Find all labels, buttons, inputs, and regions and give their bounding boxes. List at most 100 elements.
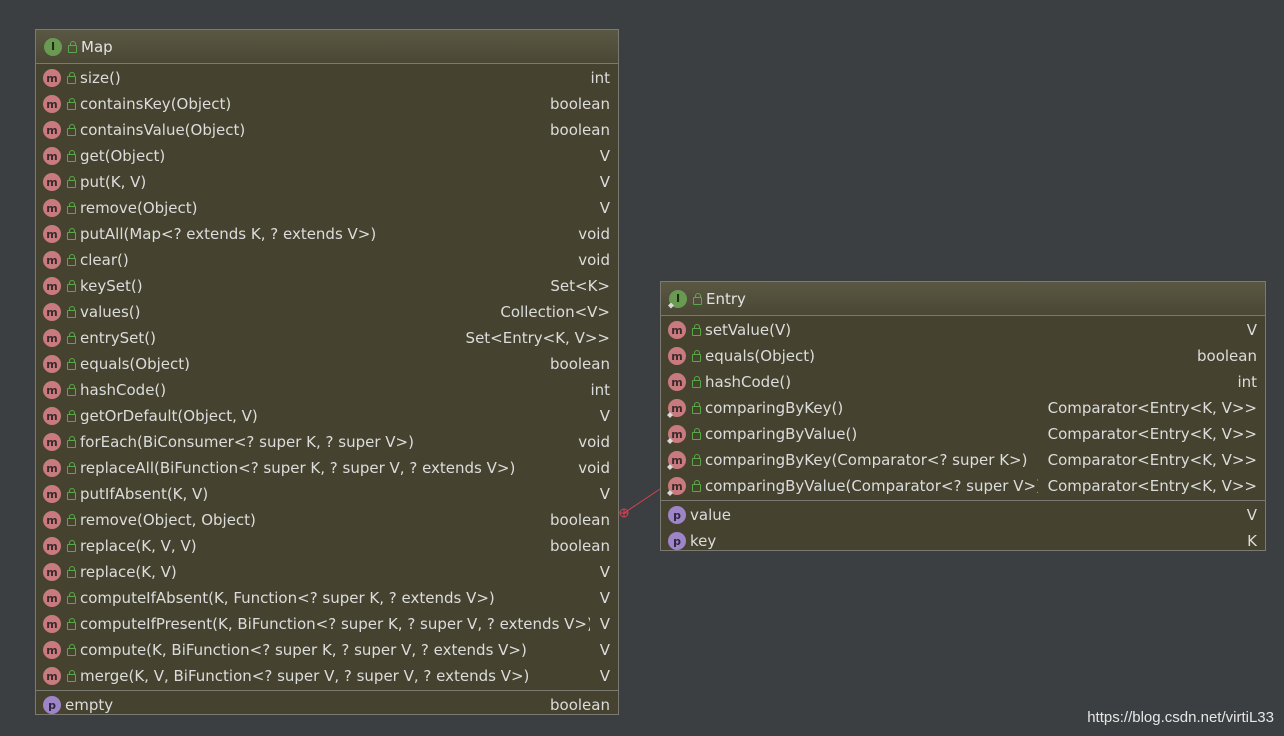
method-icon: m	[43, 407, 61, 425]
public-lock-icon	[67, 540, 76, 552]
method-name: hashCode()	[80, 381, 167, 399]
method-row[interactable]: m compute(K, BiFunction<? super K, ? supe…	[36, 637, 618, 663]
method-return-type: Comparator<Entry<K, V>>	[1047, 477, 1257, 495]
method-row[interactable]: m put(K, V) V	[36, 169, 618, 195]
method-icon: m	[43, 303, 61, 321]
property-row[interactable]: p value V	[661, 502, 1265, 528]
method-name: comparingByValue(Comparator<? super V>)	[705, 477, 1038, 495]
map-header[interactable]: I Map	[36, 30, 618, 64]
method-return-type: Comparator<Entry<K, V>>	[1047, 425, 1257, 443]
entry-header[interactable]: I Entry	[661, 282, 1265, 316]
method-icon: m	[43, 147, 61, 165]
method-icon: m	[43, 563, 61, 581]
public-lock-icon	[67, 592, 76, 604]
method-row[interactable]: m hashCode() int	[36, 377, 618, 403]
public-lock-icon	[67, 176, 76, 188]
public-lock-icon	[692, 480, 701, 492]
method-name: remove(Object)	[80, 199, 198, 217]
public-lock-icon	[692, 324, 701, 336]
public-lock-icon	[67, 202, 76, 214]
public-lock-icon	[692, 402, 701, 414]
map-properties: p empty boolean	[36, 691, 618, 719]
method-return-type: boolean	[550, 537, 610, 555]
method-return-type: Set<K>	[550, 277, 610, 295]
method-name: computeIfAbsent(K, Function<? super K, ?…	[80, 589, 495, 607]
property-row[interactable]: p empty boolean	[36, 692, 618, 718]
method-icon: m	[43, 433, 61, 451]
method-row[interactable]: m setValue(V) V	[661, 317, 1265, 343]
property-name: value	[690, 506, 731, 524]
method-return-type: void	[578, 225, 610, 243]
method-row[interactable]: m keySet() Set<K>	[36, 273, 618, 299]
method-row[interactable]: m comparingByKey(Comparator<? super K>) Co…	[661, 447, 1265, 473]
method-row[interactable]: m putIfAbsent(K, V) V	[36, 481, 618, 507]
method-icon: m	[43, 121, 61, 139]
connector-nested-marker	[619, 508, 629, 518]
entry-title: Entry	[706, 289, 746, 308]
method-name: comparingByKey()	[705, 399, 844, 417]
method-name: put(K, V)	[80, 173, 147, 191]
method-return-type: void	[578, 433, 610, 451]
property-return-type: V	[1246, 506, 1257, 524]
public-lock-icon	[692, 376, 701, 388]
method-row[interactable]: m values() Collection<V>	[36, 299, 618, 325]
method-return-type: Collection<V>	[500, 303, 610, 321]
method-row[interactable]: m entrySet() Set<Entry<K, V>>	[36, 325, 618, 351]
method-return-type: boolean	[550, 121, 610, 139]
method-row[interactable]: m comparingByValue() Comparator<Entry<K, V…	[661, 421, 1265, 447]
method-name: merge(K, V, BiFunction<? super V, ? supe…	[80, 667, 530, 685]
method-row[interactable]: m forEach(BiConsumer<? super K, ? super V…	[36, 429, 618, 455]
map-interface-box[interactable]: I Map m size() int m containsKey(Object) bool…	[35, 29, 619, 715]
method-row[interactable]: m comparingByValue(Comparator<? super V>)…	[661, 473, 1265, 499]
connector-line	[623, 488, 661, 514]
method-row[interactable]: m comparingByKey() Comparator<Entry<K, V>>	[661, 395, 1265, 421]
public-lock-icon	[693, 292, 702, 305]
method-row[interactable]: m containsValue(Object) boolean	[36, 117, 618, 143]
method-row[interactable]: m clear() void	[36, 247, 618, 273]
method-name: replaceAll(BiFunction<? super K, ? super…	[80, 459, 516, 477]
method-row[interactable]: m get(Object) V	[36, 143, 618, 169]
public-lock-icon	[67, 488, 76, 500]
method-row[interactable]: m equals(Object) boolean	[36, 351, 618, 377]
method-icon: m	[43, 199, 61, 217]
method-return-type: V	[1246, 321, 1257, 339]
public-lock-icon	[67, 410, 76, 422]
method-name: values()	[80, 303, 141, 321]
method-row[interactable]: m replace(K, V, V) boolean	[36, 533, 618, 559]
entry-interface-box[interactable]: I Entry m setValue(V) Vm equals(Object) bool…	[660, 281, 1266, 551]
method-row[interactable]: m merge(K, V, BiFunction<? super V, ? sup…	[36, 663, 618, 689]
method-row[interactable]: m size() int	[36, 65, 618, 91]
method-name: size()	[80, 69, 121, 87]
method-name: containsKey(Object)	[80, 95, 232, 113]
method-return-type: V	[599, 199, 610, 217]
public-lock-icon	[692, 428, 701, 440]
method-row[interactable]: m containsKey(Object) boolean	[36, 91, 618, 117]
method-return-type: V	[599, 667, 610, 685]
method-row[interactable]: m equals(Object) boolean	[661, 343, 1265, 369]
method-icon: m	[43, 615, 61, 633]
method-row[interactable]: m getOrDefault(Object, V) V	[36, 403, 618, 429]
public-lock-icon	[68, 40, 77, 53]
method-row[interactable]: m computeIfAbsent(K, Function<? super K, …	[36, 585, 618, 611]
method-row[interactable]: m replaceAll(BiFunction<? super K, ? supe…	[36, 455, 618, 481]
method-icon: m	[43, 173, 61, 191]
method-row[interactable]: m putAll(Map<? extends K, ? extends V>) vo…	[36, 221, 618, 247]
property-name: empty	[65, 696, 114, 714]
method-icon: m	[668, 373, 686, 391]
method-row[interactable]: m hashCode() int	[661, 369, 1265, 395]
method-row[interactable]: m remove(Object, Object) boolean	[36, 507, 618, 533]
method-name: comparingByKey(Comparator<? super K>)	[705, 451, 1028, 469]
method-row[interactable]: m replace(K, V) V	[36, 559, 618, 585]
method-icon: m	[43, 225, 61, 243]
method-row[interactable]: m computeIfPresent(K, BiFunction<? super …	[36, 611, 618, 637]
property-row[interactable]: p key K	[661, 528, 1265, 554]
property-icon: p	[668, 506, 686, 524]
method-icon: m	[668, 347, 686, 365]
method-icon: m	[668, 425, 686, 443]
public-lock-icon	[67, 618, 76, 630]
method-row[interactable]: m remove(Object) V	[36, 195, 618, 221]
method-name: comparingByValue()	[705, 425, 858, 443]
method-name: compute(K, BiFunction<? super K, ? super…	[80, 641, 527, 659]
method-icon: m	[43, 485, 61, 503]
method-icon: m	[43, 537, 61, 555]
